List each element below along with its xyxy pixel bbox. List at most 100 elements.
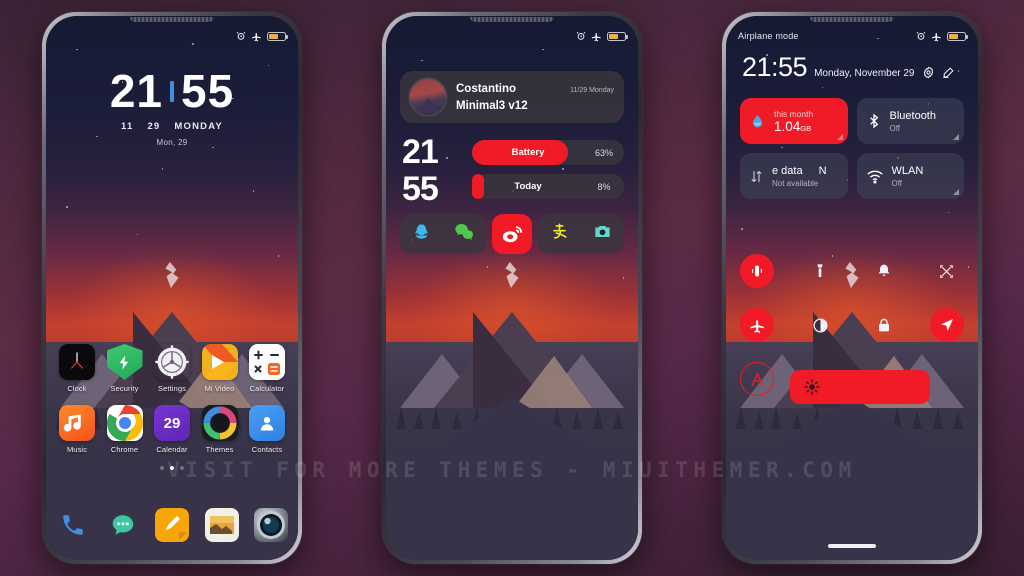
tile-mobile-data[interactable]: e data N Not available [740, 153, 848, 199]
alarm-icon [236, 31, 246, 40]
app-chrome[interactable]: Chrome [102, 405, 148, 454]
avatar [410, 79, 446, 115]
message-bubble-icon[interactable] [106, 508, 140, 542]
phone-icon[interactable] [56, 508, 90, 542]
page-dot[interactable] [160, 466, 164, 470]
clock-time: 21 55 [46, 68, 298, 114]
app-calendar[interactable]: 29 Calendar [149, 405, 195, 454]
toggle-flashlight[interactable] [803, 254, 837, 288]
toggle-lock[interactable] [867, 308, 901, 342]
clock-date-line: 11 29 MONDAY [46, 121, 298, 132]
status-bar: Airplane mode [738, 28, 968, 44]
today-progress-bar[interactable]: Today 8% [472, 174, 624, 199]
tile-expand-corner[interactable] [953, 189, 959, 195]
home-indicator[interactable] [828, 544, 876, 548]
battery-icon [607, 31, 628, 41]
wechat-icon[interactable] [454, 222, 474, 247]
app-mi-video[interactable]: Mi Video [197, 344, 243, 393]
gallery-icon[interactable] [204, 508, 239, 542]
social-group-left [400, 214, 486, 254]
battery-bar-value: 63% [594, 147, 613, 158]
airplane-icon [251, 32, 261, 41]
today-bar-label: Today [514, 181, 542, 192]
app-music[interactable]: Music [54, 405, 100, 454]
app-label: Security [110, 384, 139, 393]
toggle-screenshot[interactable] [930, 254, 964, 288]
alipay-icon[interactable] [550, 222, 569, 246]
toggle-location[interactable] [929, 308, 964, 342]
security-shield-icon [106, 344, 143, 380]
notes-pencil-icon[interactable] [155, 508, 189, 542]
toggle-vibrate[interactable] [740, 254, 774, 288]
clock-minutes: 55 [181, 65, 235, 117]
water-drop-icon [752, 114, 763, 128]
notch [470, 17, 554, 22]
calendar-day-number: 29 [163, 414, 181, 432]
edit-pencil-icon[interactable] [942, 66, 955, 79]
toggle-row-1 [740, 254, 964, 288]
battery-progress-bar[interactable]: Battery 63% [472, 140, 624, 165]
social-group-right [538, 214, 624, 254]
app-settings[interactable]: Settings [149, 344, 195, 393]
alarm-icon [916, 31, 926, 40]
social-shortcuts-widget [400, 214, 624, 254]
flashlight-icon [817, 264, 823, 277]
camera-lens-icon[interactable] [254, 508, 288, 542]
notch [130, 17, 214, 22]
app-label: Mi Video [204, 384, 235, 393]
app-clock[interactable]: Clock [54, 344, 100, 393]
app-label: Clock [67, 384, 87, 393]
clock-date-sub: Mon, 29 [156, 138, 188, 147]
tile-row-2: e data N Not available WLAN Off [740, 153, 964, 199]
dock [56, 508, 288, 542]
qq-penguin-icon[interactable] [412, 222, 431, 246]
clock-hours: 21 [109, 65, 163, 117]
app-calculator[interactable]: Calculator [244, 344, 290, 393]
clock-icon [59, 344, 95, 380]
tile-expand-corner[interactable] [953, 134, 959, 140]
bell-icon [878, 264, 889, 276]
today-bar-value: 8% [597, 181, 611, 192]
tile-value: 1.04 [774, 118, 801, 134]
tile-data-usage[interactable]: this month 1.04GB [740, 98, 848, 144]
page-dot[interactable] [180, 466, 184, 470]
battery-bar-label: Battery [511, 147, 545, 158]
page-indicator[interactable] [54, 466, 290, 470]
dark-mode-icon [813, 317, 828, 333]
tile-status: Off [891, 178, 903, 188]
big-clock-hours: 21 [402, 133, 439, 171]
page-dot-active[interactable] [170, 466, 174, 470]
profile-widget[interactable]: Costantino 11/29 Monday Minimal3 v12 [400, 71, 624, 123]
lock-icon [878, 318, 889, 332]
notch [810, 17, 894, 22]
tile-wlan[interactable]: WLAN Off [856, 153, 964, 199]
mi-video-icon [201, 344, 238, 380]
weibo-icon[interactable] [492, 214, 532, 254]
tile-sublabel: this month [774, 108, 814, 119]
app-contacts[interactable]: Contacts [244, 405, 290, 454]
tile-expand-corner[interactable] [836, 134, 843, 140]
settings-gear-icon[interactable] [922, 66, 935, 79]
alarm-icon [576, 31, 586, 40]
bluetooth-icon [869, 113, 878, 129]
data-arrows-icon [751, 170, 762, 182]
tile-label: e data [772, 164, 803, 177]
tile-status: Off [889, 123, 901, 133]
phone-2-screen: Costantino 11/29 Monday Minimal3 v12 21 … [386, 16, 638, 560]
location-arrow-icon [940, 319, 953, 331]
calculator-icon [249, 344, 285, 380]
app-themes[interactable]: Themes [197, 405, 243, 454]
clock-time: 21:55 [742, 52, 808, 82]
camera-icon[interactable] [593, 222, 612, 246]
toggle-auto-brightness[interactable] [740, 362, 774, 396]
date-month: 11 [121, 121, 134, 132]
app-label: Chrome [110, 445, 139, 454]
brightness-slider[interactable] [790, 370, 930, 404]
themes-icon [201, 405, 238, 441]
toggle-notifications[interactable] [867, 254, 901, 288]
tile-bluetooth[interactable]: Bluetooth Off [856, 98, 964, 144]
toggle-airplane-mode[interactable] [740, 308, 774, 342]
toggle-dark-mode[interactable] [803, 308, 837, 342]
app-security[interactable]: Security [102, 344, 148, 393]
airplane-mode-status-text: Airplane mode [738, 31, 799, 41]
